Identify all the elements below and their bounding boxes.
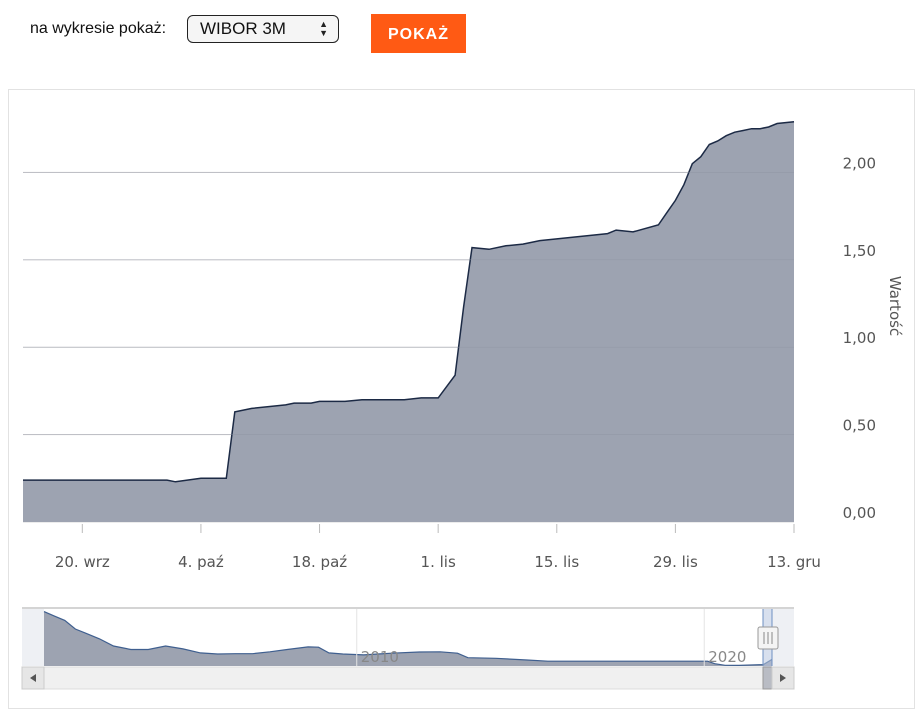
- x-tick-label: 13. gru: [767, 553, 821, 571]
- x-tick-label: 4. paź: [178, 553, 224, 571]
- x-tick-label: 20. wrz: [55, 553, 110, 571]
- x-tick-label: 29. lis: [653, 553, 698, 571]
- series-area-fill: [23, 121, 794, 522]
- y-tick-label: 0,50: [843, 417, 876, 435]
- x-tick-label: 18. paź: [292, 553, 347, 571]
- y-tick-label: 0,00: [843, 504, 876, 522]
- y-tick-label: 1,00: [843, 329, 876, 347]
- x-tick-label: 15. lis: [534, 553, 579, 571]
- y-axis-title: Wartość: [886, 276, 904, 336]
- navigator-year-label: 2010: [361, 648, 399, 666]
- scrollbar-thumb[interactable]: [762, 666, 773, 690]
- navigator-year-label: 2020: [708, 648, 746, 666]
- y-tick-label: 2,00: [843, 154, 876, 172]
- navigator-scrollbar-track[interactable]: [21, 666, 795, 690]
- navigator-mask-left: [22, 609, 44, 666]
- navigator-area: [44, 611, 772, 666]
- x-axis: 20. wrz 4. paź 18. paź 1. lis 15. lis 29. lis…: [55, 524, 821, 571]
- chart-svg: 20. wrz 4. paź 18. paź 1. lis 15. lis 29. lis…: [21, 120, 904, 690]
- y-axis: 0,00 0,50 1,00 1,50 2,00: [843, 154, 876, 522]
- x-tick-label: 1. lis: [421, 553, 456, 571]
- series-area: [23, 120, 795, 522]
- y-tick-label: 1,50: [843, 242, 876, 260]
- navigator[interactable]: 2010 2020: [21, 607, 795, 690]
